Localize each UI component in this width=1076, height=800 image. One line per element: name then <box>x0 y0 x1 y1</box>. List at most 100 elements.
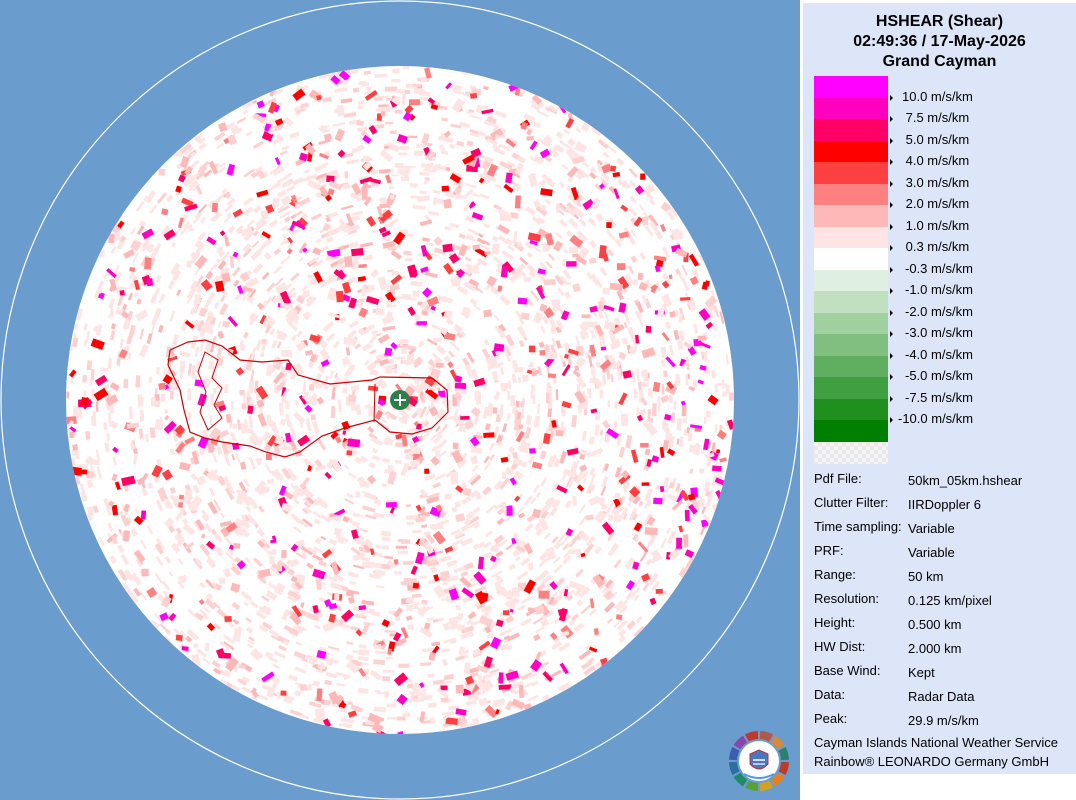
echo-cell <box>474 264 479 274</box>
echo-cell <box>295 399 299 405</box>
echo-cell <box>346 450 353 456</box>
info-value: Kept <box>908 665 935 680</box>
echo-cell <box>454 382 467 390</box>
echo-cell <box>551 299 561 312</box>
logo-ring-segment <box>745 780 759 791</box>
legend-label: -1.0 m/s/km <box>905 282 973 298</box>
echo-cell <box>413 150 424 156</box>
echo-cell <box>238 664 246 670</box>
echo-cell <box>659 485 665 493</box>
color-legend: 10.0 m/s/km 7.5 m/s/km 5.0 m/s/km 4.0 m/… <box>814 76 979 464</box>
echo-cell <box>363 70 371 75</box>
echo-cell <box>85 431 91 440</box>
echo-cell <box>366 86 371 93</box>
echo-cell <box>77 411 82 419</box>
echo-cell <box>520 312 530 321</box>
echo-cell <box>511 400 515 406</box>
echo-cell <box>261 339 266 344</box>
legend-label: -10.0 m/s/km <box>898 411 974 427</box>
echo-cell <box>256 457 263 463</box>
echo-cell <box>506 505 513 516</box>
echo-cell <box>66 391 70 399</box>
echo-cell <box>530 391 534 399</box>
echo-cell <box>141 568 149 577</box>
echo-cell <box>499 214 512 222</box>
echo-cell <box>544 279 556 286</box>
echo-cell <box>430 523 443 530</box>
echo-cell <box>722 391 727 397</box>
echo-cell <box>692 379 697 388</box>
echo-cell <box>395 460 402 464</box>
echo-cell <box>86 506 94 517</box>
echo-cell <box>175 634 183 641</box>
echo-cell <box>139 397 144 407</box>
echo-cell <box>443 198 452 209</box>
echo-cell <box>673 231 679 240</box>
info-label: Pdf File: <box>814 471 862 486</box>
echo-cell <box>348 394 357 403</box>
echo-cell <box>405 504 412 508</box>
legend-swatch <box>814 183 888 206</box>
echo-cell <box>501 472 507 479</box>
legend-swatch <box>814 97 888 120</box>
echo-cell <box>540 204 547 211</box>
echo-cell <box>290 370 296 380</box>
echo-cell <box>572 495 577 506</box>
echo-cell <box>412 582 420 589</box>
echo-cell <box>103 422 108 431</box>
radar-display[interactable] <box>0 0 800 800</box>
echo-cell <box>391 174 398 177</box>
echo-cell <box>225 414 232 423</box>
echo-cell <box>711 465 722 472</box>
info-panel-body: HSHEAR (Shear) 02:49:36 / 17-May-2026 Gr… <box>803 3 1076 774</box>
echo-cell <box>303 290 310 297</box>
echo-cell <box>212 387 217 394</box>
echo-cell <box>568 246 579 254</box>
cayman-weather-service-logo-icon <box>729 731 789 791</box>
legend-swatch <box>814 312 888 335</box>
echo-cell <box>386 703 397 708</box>
echo-cell <box>70 466 82 476</box>
info-label: Height: <box>814 615 856 630</box>
echo-cell <box>391 78 401 83</box>
info-value: 2.000 km <box>908 641 962 656</box>
echo-cell <box>86 360 93 371</box>
echo-cell <box>158 168 166 176</box>
legend-tick <box>890 331 893 338</box>
footer-organization: Cayman Islands National Weather Service <box>814 735 1058 750</box>
echo-cell <box>444 493 453 500</box>
echo-cell <box>610 165 617 172</box>
info-row: Peak: 29.9 m/s/km <box>814 711 1076 731</box>
legend-swatch <box>814 205 888 228</box>
echo-cell <box>123 378 129 389</box>
echo-cell <box>160 393 166 402</box>
radar-map[interactable] <box>0 0 800 800</box>
echo-cell <box>239 389 245 396</box>
echo-cell <box>545 392 550 404</box>
echo-cell <box>329 513 335 518</box>
echo-cell <box>607 400 611 408</box>
echo-cell <box>384 366 393 375</box>
echo-cell <box>432 337 443 343</box>
echo-cell <box>380 111 386 117</box>
echo-cell <box>457 612 464 621</box>
echo-cell <box>361 188 368 200</box>
echo-cell <box>452 442 459 450</box>
echo-cell <box>393 356 406 360</box>
info-row: PRF: Variable <box>814 543 1076 563</box>
echo-cell <box>403 250 412 255</box>
echo-cell <box>100 367 109 372</box>
legend-tick <box>890 417 893 424</box>
radar-site-plus-icon <box>390 390 410 410</box>
echo-cell <box>398 152 408 156</box>
echo-cell <box>502 610 510 616</box>
legend-swatch <box>814 377 888 400</box>
echo-cell <box>342 387 348 394</box>
echo-cell <box>277 562 283 572</box>
echo-cell <box>350 247 364 257</box>
echo-cell <box>427 673 435 679</box>
echo-cell <box>184 489 193 497</box>
echo-cell <box>173 150 182 157</box>
legend-swatch <box>814 420 888 443</box>
echo-cell <box>440 685 448 691</box>
